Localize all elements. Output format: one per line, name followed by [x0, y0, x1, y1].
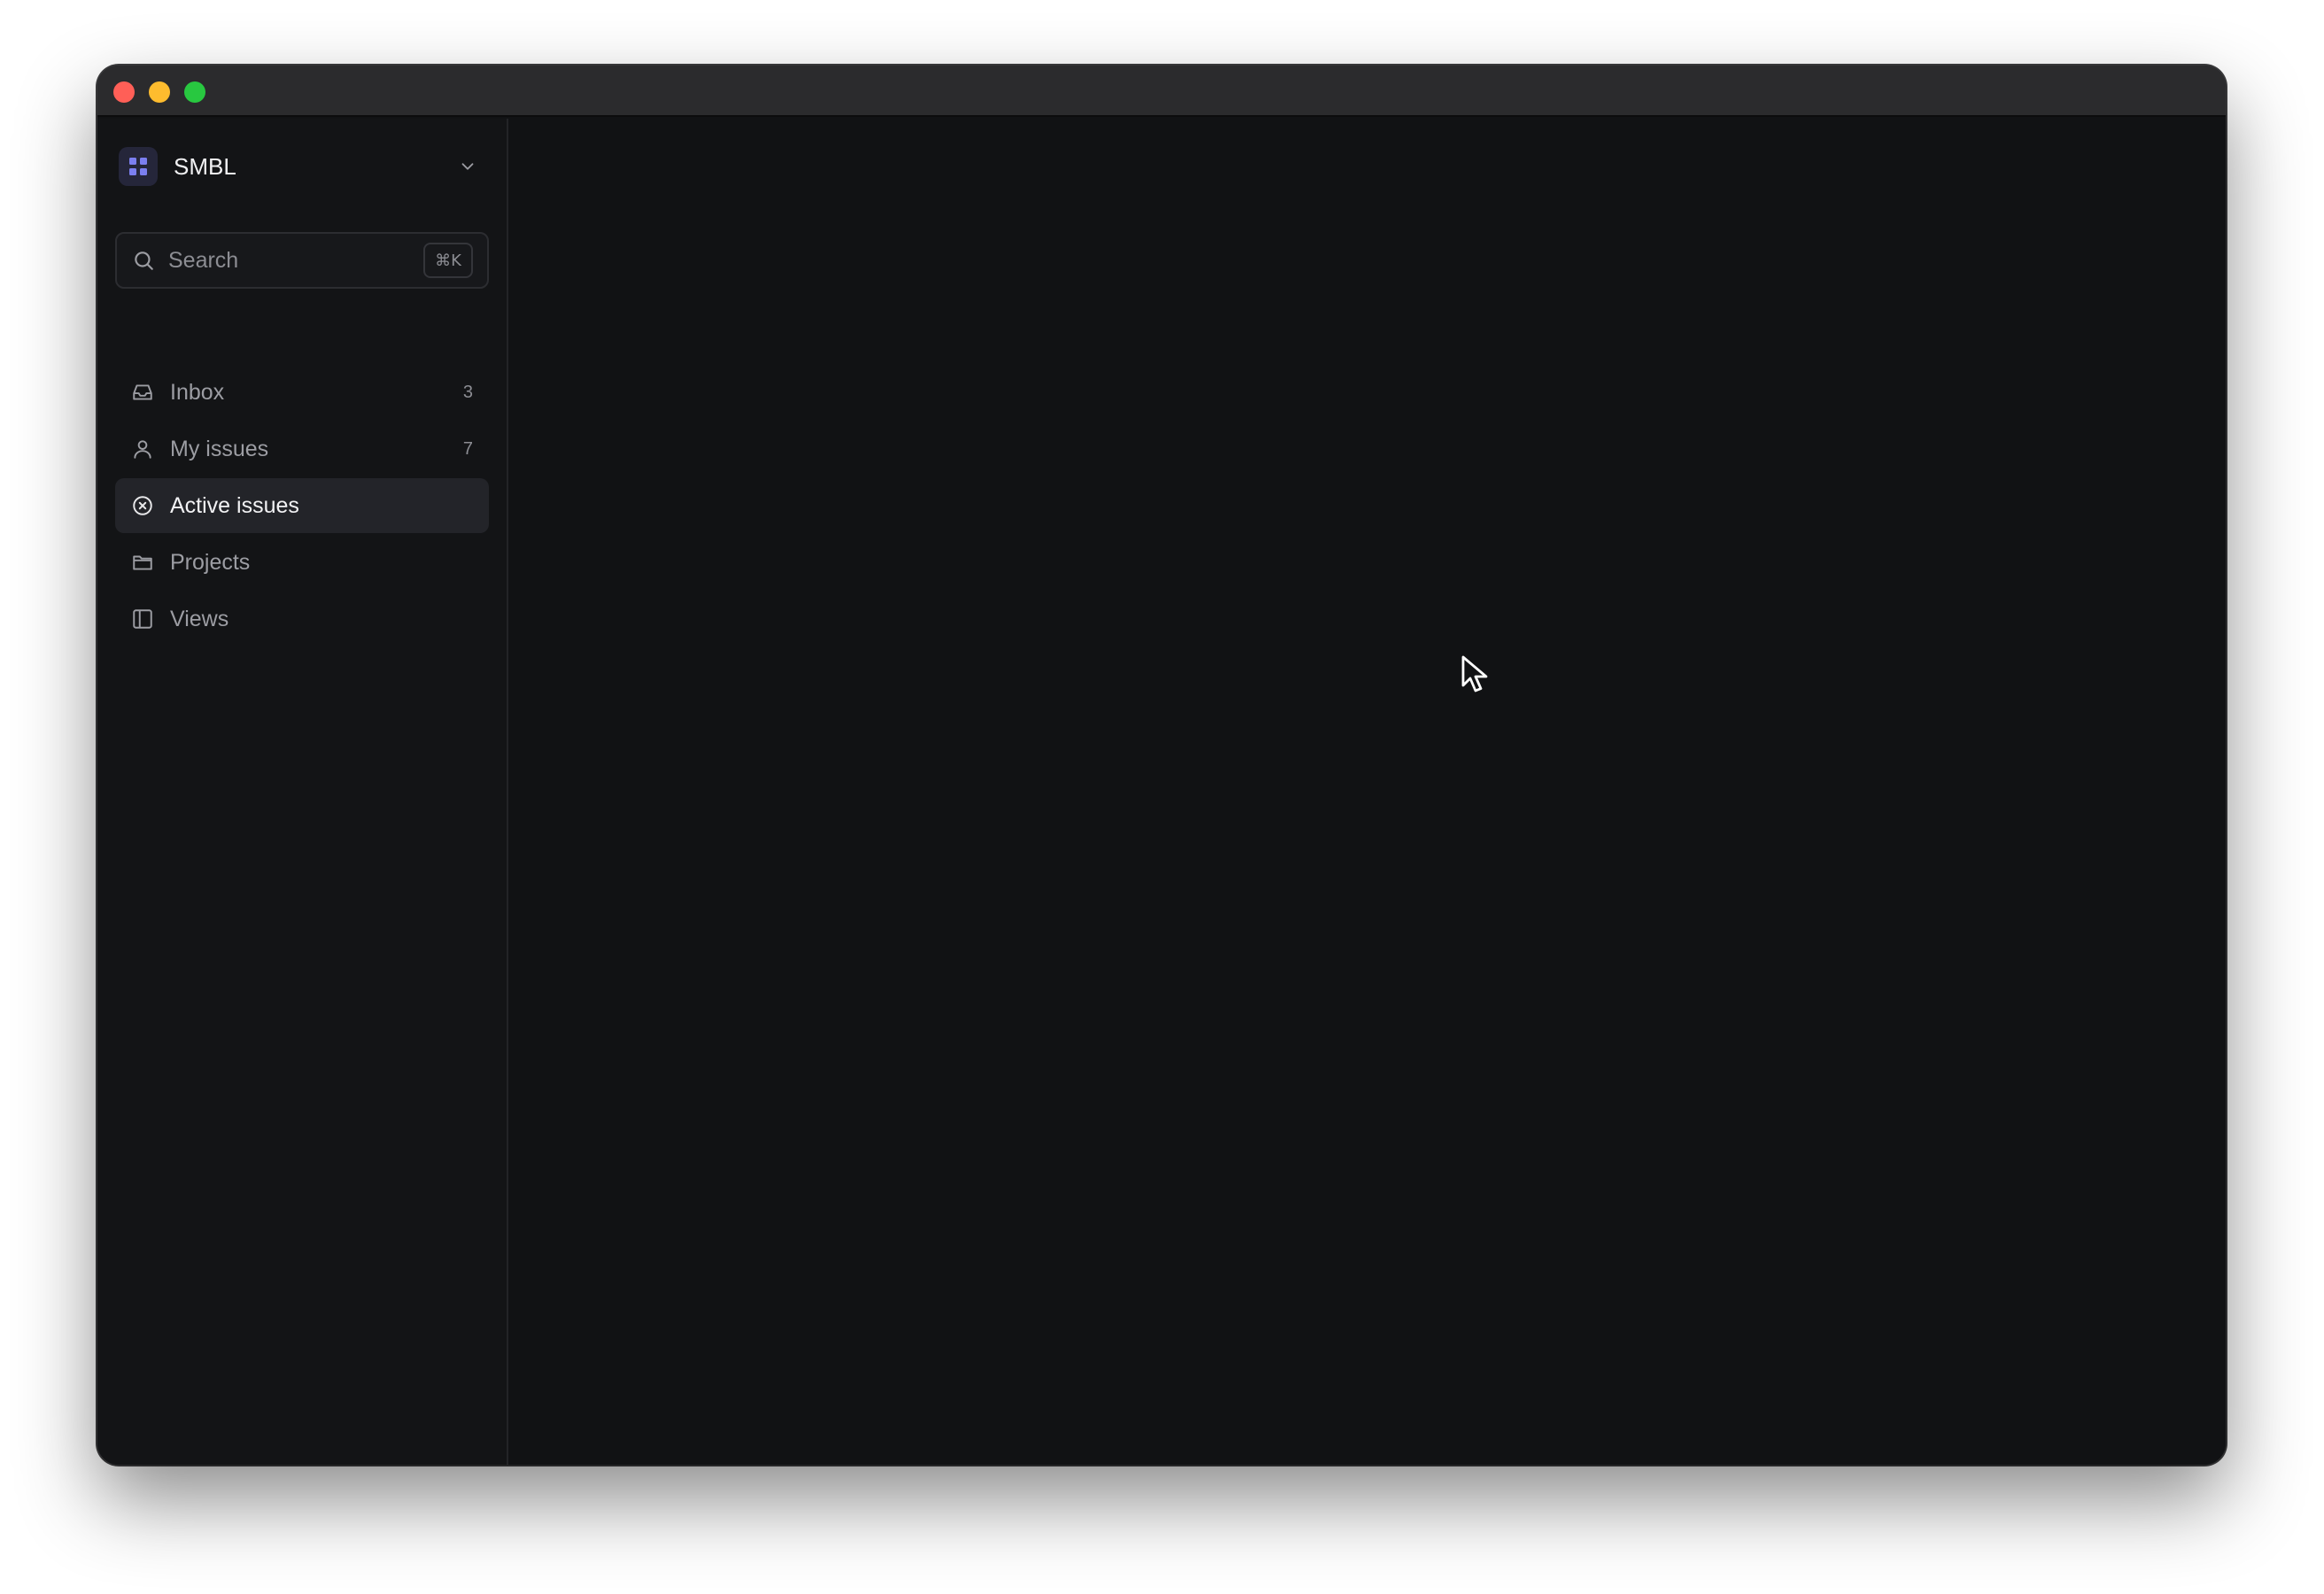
workspace-logo-icon [119, 147, 158, 186]
sidebar-item-my-issues[interactable]: My issues 7 [115, 422, 489, 476]
sidebar-item-count: 3 [462, 382, 473, 402]
sidebar-item-label: Active issues [170, 492, 299, 518]
sidebar-item-label: Projects [170, 549, 251, 575]
sidebar-item-label: My issues [170, 436, 269, 461]
search-placeholder: Search [168, 247, 239, 273]
sidebar: SMBL Search ⌘K Inbox 3 My issues 7 Activ… [97, 119, 508, 1465]
maximize-window-button[interactable] [184, 81, 205, 103]
panel-icon [129, 606, 156, 632]
sidebar-nav: Inbox 3 My issues 7 Active issues Projec… [115, 365, 489, 648]
user-icon [129, 436, 156, 462]
inbox-icon [129, 379, 156, 406]
chevron-down-icon[interactable] [450, 149, 485, 184]
search-input[interactable]: Search ⌘K [115, 232, 489, 289]
search-icon [131, 248, 156, 273]
sidebar-item-projects[interactable]: Projects [115, 535, 489, 590]
circle-x-icon [129, 492, 156, 519]
title-bar [97, 66, 2226, 117]
minimize-window-button[interactable] [149, 81, 170, 103]
main-content [510, 119, 2226, 1465]
app-window: SMBL Search ⌘K Inbox 3 My issues 7 Activ… [97, 66, 2226, 1465]
sidebar-item-label: Inbox [170, 379, 225, 405]
sidebar-item-label: Views [170, 606, 229, 631]
sidebar-item-active-issues[interactable]: Active issues [115, 478, 489, 533]
workspace-name: SMBL [174, 152, 236, 180]
mouse-cursor-icon [1461, 655, 1488, 693]
sidebar-item-count: 7 [462, 438, 473, 459]
sidebar-item-inbox[interactable]: Inbox 3 [115, 365, 489, 420]
close-window-button[interactable] [113, 81, 135, 103]
search-shortcut-badge: ⌘K [423, 243, 473, 278]
sidebar-item-views[interactable]: Views [115, 592, 489, 646]
folder-icon [129, 549, 156, 576]
workspace-switcher[interactable]: SMBL [119, 142, 485, 191]
